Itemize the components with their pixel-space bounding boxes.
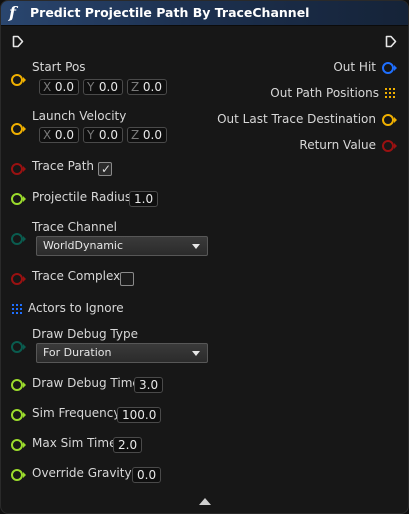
launch-velocity-label: Launch Velocity	[32, 109, 127, 123]
axis-y-label: Y	[87, 128, 95, 142]
draw-debug-time-field[interactable]: 3.0	[134, 377, 164, 393]
out-hit-pin-arrow-icon	[394, 65, 397, 71]
start-pos-x-field[interactable]: X 0.0	[39, 79, 79, 95]
collapse-advanced-arrow-icon[interactable]	[199, 498, 211, 505]
draw-debug-time-label: Draw Debug Time	[32, 376, 140, 390]
sim-frequency-field[interactable]: 100.0	[117, 407, 162, 423]
launch-velocity-x-field[interactable]: X 0.0	[39, 127, 79, 143]
node-title: Predict Projectile Path By TraceChannel	[30, 5, 310, 20]
start-pos-y-value: 0.0	[98, 80, 118, 94]
trace-channel-dropdown[interactable]: WorldDynamic	[36, 236, 208, 256]
axis-x-label: X	[43, 80, 52, 94]
function-icon: f	[9, 3, 16, 22]
chevron-down-icon	[192, 351, 200, 356]
axis-z-label: Z	[131, 80, 140, 94]
trace-complex-pin-icon[interactable]	[11, 273, 23, 285]
trace-complex-checkbox[interactable]	[120, 272, 134, 286]
trace-path-label: Trace Path	[32, 159, 95, 173]
sim-frequency-pin-icon[interactable]	[11, 409, 23, 421]
trace-path-pin-icon[interactable]	[11, 163, 23, 175]
launch-velocity-pin-arrow-icon	[23, 126, 26, 132]
out-last-trace-destination-label: Out Last Trace Destination	[217, 112, 376, 126]
return-value-pin-icon[interactable]	[382, 140, 394, 152]
start-pos-y-field[interactable]: Y 0.0	[83, 79, 123, 95]
projectile-radius-pin-arrow-icon	[23, 196, 26, 202]
draw-debug-type-dropdown[interactable]: For Duration	[36, 343, 208, 363]
axis-x-label: X	[43, 128, 52, 142]
out-path-positions-label: Out Path Positions	[270, 86, 379, 100]
launch-velocity-y-field[interactable]: Y 0.0	[83, 127, 123, 143]
start-pos-pin-arrow-icon	[23, 77, 26, 83]
max-sim-time-pin-arrow-icon	[23, 442, 26, 448]
max-sim-time-pin-icon[interactable]	[11, 439, 23, 451]
axis-y-label: Y	[87, 80, 95, 94]
trace-channel-label: Trace Channel	[32, 220, 117, 234]
start-pos-z-value: 0.0	[142, 80, 162, 94]
blueprint-node[interactable]: f Predict Projectile Path By TraceChanne…	[0, 0, 409, 514]
launch-velocity-vector-fields: X 0.0 Y 0.0 Z 0.0	[39, 127, 167, 143]
out-last-trace-destination-pin-icon[interactable]	[382, 114, 394, 126]
override-gravity-z-pin-icon[interactable]	[11, 469, 23, 481]
override-gravity-z-field[interactable]: 0.0	[132, 467, 162, 483]
trace-channel-pin-arrow-icon	[23, 236, 26, 242]
projectile-radius-field[interactable]: 1.0	[129, 191, 159, 207]
out-path-positions-array-pin-icon[interactable]	[385, 88, 395, 98]
override-gravity-z-pin-arrow-icon	[23, 472, 26, 478]
projectile-radius-label: Projectile Radius	[32, 190, 132, 204]
checkmark-icon: ✓	[100, 162, 112, 176]
return-value-label: Return Value	[299, 138, 376, 152]
draw-debug-type-pin-icon[interactable]	[11, 341, 23, 353]
override-gravity-z-label: Override Gravity Z	[32, 466, 144, 480]
launch-velocity-y-value: 0.0	[98, 128, 118, 142]
max-sim-time-label: Max Sim Time	[32, 436, 117, 450]
chevron-down-icon	[192, 244, 200, 249]
launch-velocity-z-field[interactable]: Z 0.0	[127, 127, 167, 143]
draw-debug-type-label: Draw Debug Type	[32, 327, 138, 341]
draw-debug-time-pin-arrow-icon	[23, 382, 26, 388]
exec-out-pin-icon[interactable]	[385, 35, 397, 48]
trace-complex-label: Trace Complex	[32, 269, 121, 283]
start-pos-label: Start Pos	[32, 60, 86, 74]
sim-frequency-pin-arrow-icon	[23, 412, 26, 418]
node-header[interactable]: f Predict Projectile Path By TraceChanne…	[1, 1, 408, 26]
trace-channel-selected: WorldDynamic	[43, 239, 124, 252]
exec-in-pin-icon[interactable]	[12, 35, 24, 48]
out-hit-label: Out Hit	[333, 60, 376, 74]
actors-to-ignore-label: Actors to Ignore	[28, 301, 124, 315]
launch-velocity-z-value: 0.0	[142, 128, 162, 142]
trace-complex-pin-arrow-icon	[23, 276, 26, 282]
max-sim-time-field[interactable]: 2.0	[113, 437, 143, 453]
start-pos-pin-icon[interactable]	[11, 74, 23, 86]
trace-path-checkbox[interactable]: ✓	[98, 162, 112, 176]
out-hit-pin-icon[interactable]	[382, 62, 394, 74]
out-last-trace-destination-pin-arrow-icon	[394, 117, 397, 123]
array-pin-icon[interactable]	[12, 304, 22, 314]
trace-channel-pin-icon[interactable]	[11, 233, 23, 245]
start-pos-vector-fields: X 0.0 Y 0.0 Z 0.0	[39, 79, 167, 95]
start-pos-x-value: 0.0	[54, 80, 74, 94]
draw-debug-time-pin-icon[interactable]	[11, 379, 23, 391]
draw-debug-type-pin-arrow-icon	[23, 344, 26, 350]
sim-frequency-label: Sim Frequency	[32, 406, 121, 420]
start-pos-z-field[interactable]: Z 0.0	[127, 79, 167, 95]
trace-path-pin-arrow-icon	[23, 166, 26, 172]
draw-debug-type-selected: For Duration	[43, 346, 112, 359]
projectile-radius-pin-icon[interactable]	[11, 193, 23, 205]
axis-z-label: Z	[131, 128, 140, 142]
launch-velocity-x-value: 0.0	[54, 128, 74, 142]
launch-velocity-pin-icon[interactable]	[11, 123, 23, 135]
return-value-pin-arrow-icon	[394, 143, 397, 149]
